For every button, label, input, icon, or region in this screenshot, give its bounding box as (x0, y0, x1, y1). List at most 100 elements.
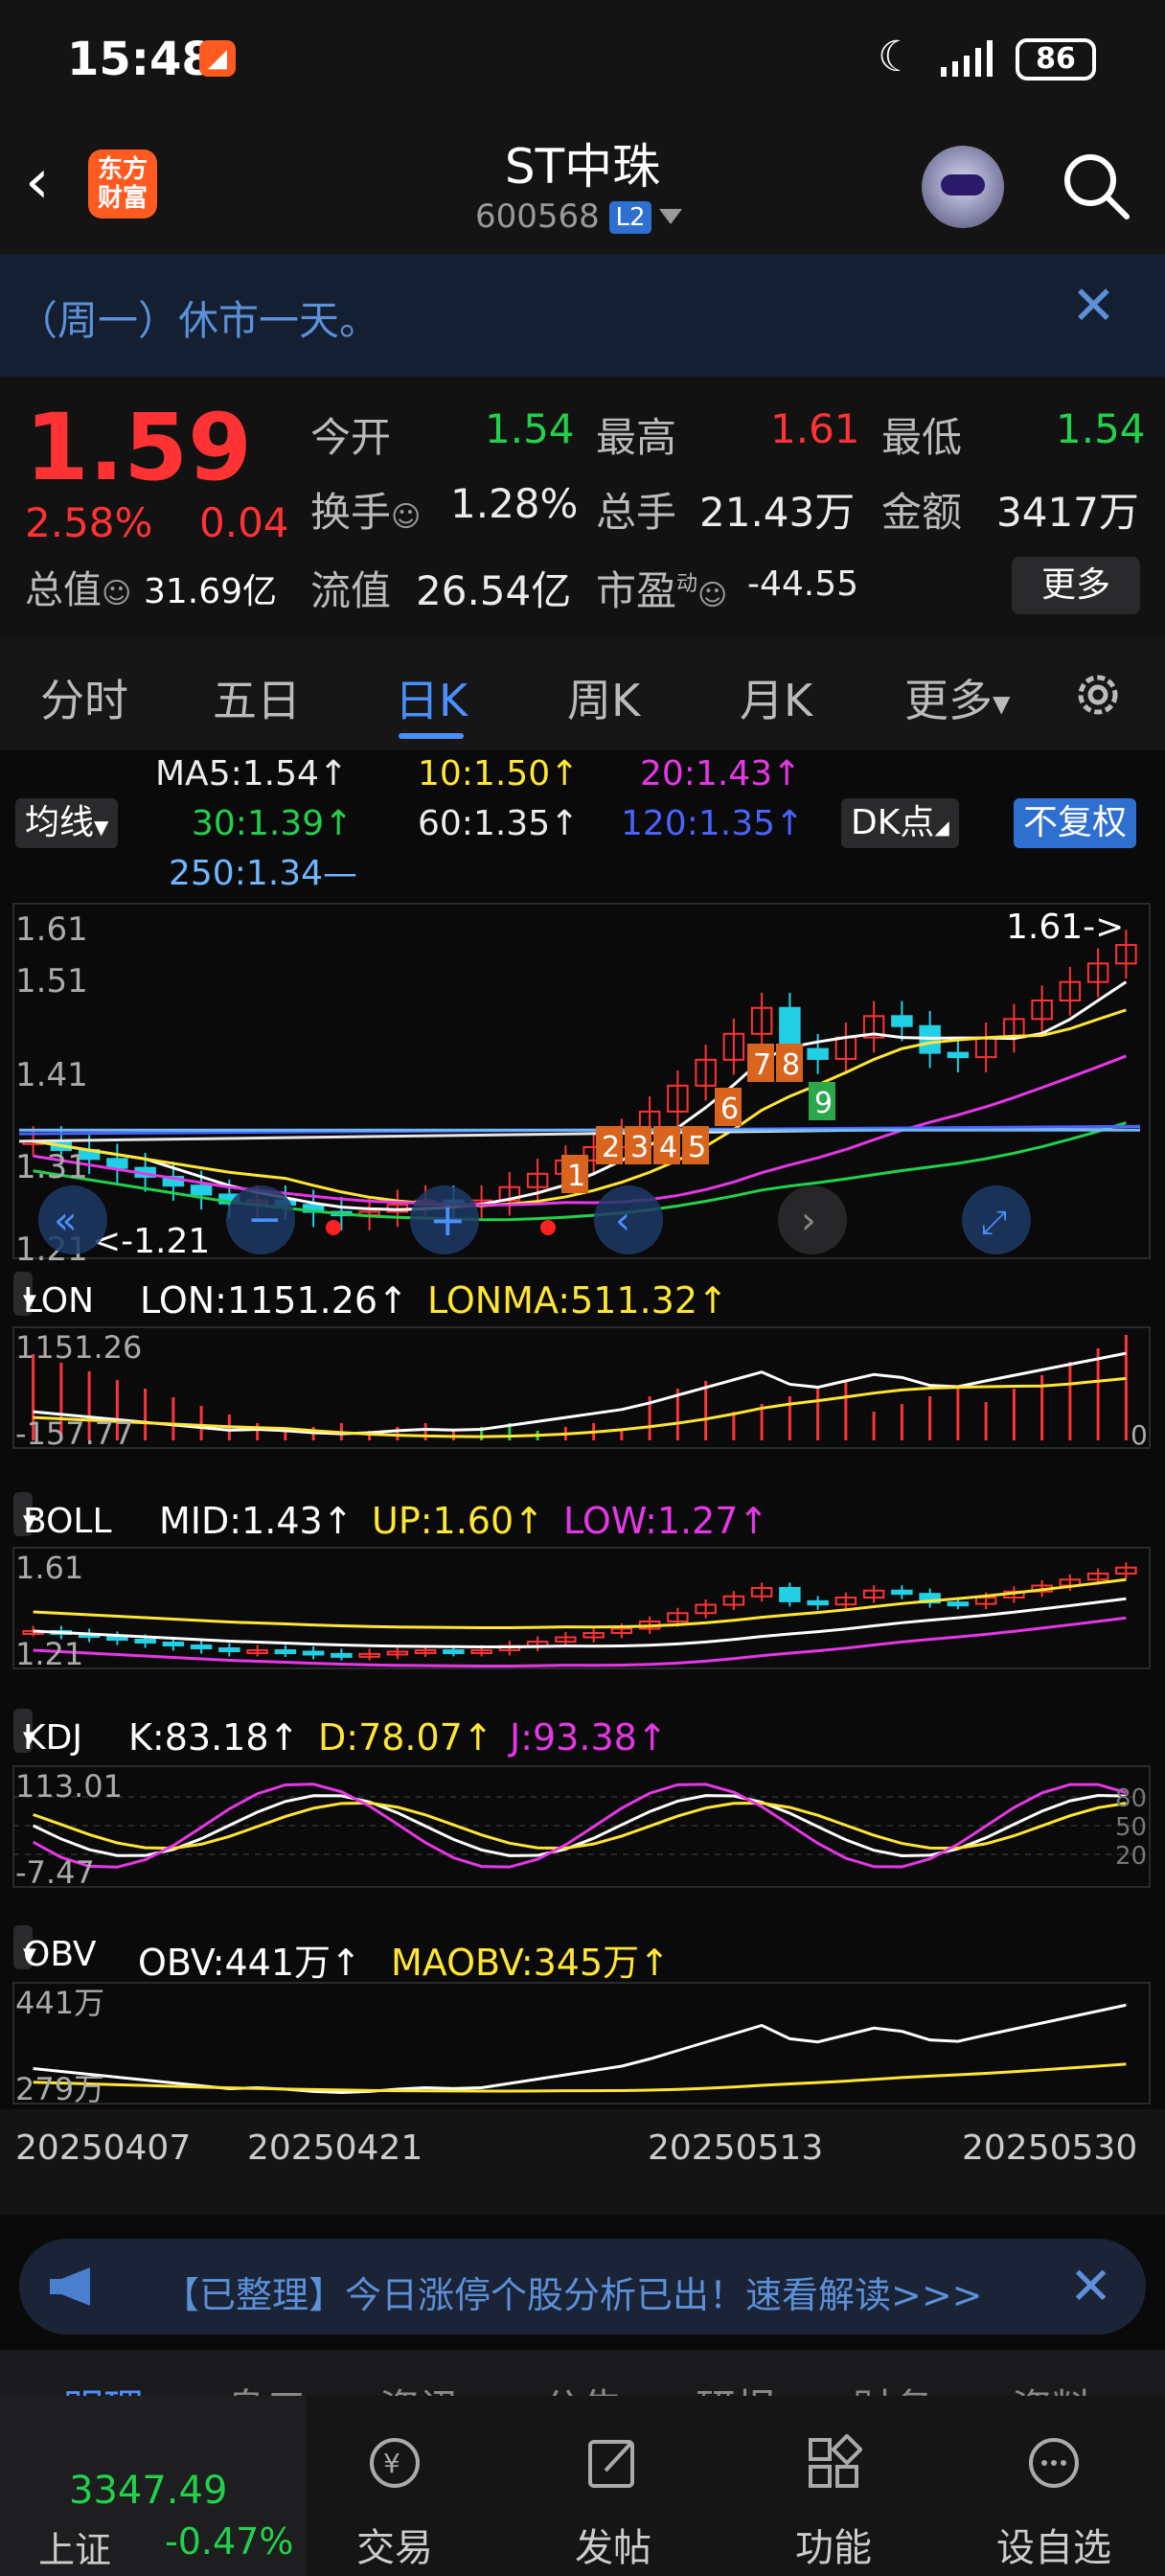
no-adjust-button[interactable]: 不复权 (1014, 798, 1137, 848)
close-icon[interactable]: ✕ (1069, 2256, 1112, 2316)
boll-indicator-chart[interactable]: 1.61 1.21 (0, 1546, 1165, 1670)
tab-intraday[interactable]: 分时 (40, 666, 128, 729)
obv-line (33, 2003, 1127, 2095)
promo-banner[interactable]: 【已整理】今日涨停个股分析已出！速看解读>>> ✕ (19, 2239, 1146, 2334)
lon-selector[interactable]: LON ▼ (13, 1272, 94, 1321)
lon-indicator-chart[interactable]: 1151.26 -157.77 0 (0, 1325, 1165, 1450)
svg-text:1.21: 1.21 (15, 1636, 83, 1670)
y-label-4: 1.31 (15, 1148, 88, 1186)
period-tabs: 分时 五日 日K 周K 月K 更多▼ (0, 637, 1165, 750)
lon-legend-row: LON ▼ LON:1151.26↑ LONMA:511.32↑ (0, 1272, 1165, 1329)
gear-icon[interactable] (1069, 666, 1127, 724)
watchlist-icon (1029, 2438, 1079, 2488)
assistant-robot-icon[interactable] (922, 146, 1004, 228)
boll-candle (134, 1639, 156, 1644)
obv-legend-row: OBV ▼ OBV:441万↑ MAOBV:345万↑ (0, 1925, 1165, 1984)
main-candle (807, 1047, 829, 1060)
boll-candle (302, 1650, 325, 1656)
index-ticker[interactable]: 3347.49 上证 -0.47% (0, 2396, 307, 2576)
marker-dot (326, 1220, 341, 1235)
change-amount: 0.04 (199, 499, 289, 546)
tab-monthly-k[interactable]: 月K (740, 666, 812, 729)
info-icon[interactable]: ☺ (391, 500, 421, 534)
chevron-down-icon[interactable] (659, 209, 682, 224)
ma30-legend: 30:1.39↑ (192, 804, 354, 843)
main-candle (947, 1051, 970, 1059)
float-value: 26.54亿 (416, 567, 572, 614)
fullscreen-button[interactable]: ⤢ (962, 1185, 1031, 1254)
search-icon[interactable] (1058, 148, 1134, 224)
boll-candle (190, 1644, 213, 1649)
kdj-indicator-chart[interactable]: 113.01 -7.47 80 50 20 (0, 1764, 1165, 1889)
trade-button[interactable]: ¥ 交易 (299, 2396, 491, 2576)
boll-candle (218, 1647, 240, 1652)
svg-text:›: › (801, 1199, 816, 1243)
turnover-rate: 1.28% (450, 480, 579, 527)
info-icon[interactable]: ☺ (697, 579, 727, 612)
svg-text:+: + (429, 1194, 467, 1246)
ma10-legend: 10:1.50↑ (418, 754, 580, 794)
tab-more[interactable]: 更多▼ (904, 666, 1010, 729)
ma120-legend: 120:1.35↑ (621, 804, 805, 843)
svg-text:441万: 441万 (15, 1985, 104, 2021)
close-icon[interactable]: ✕ (1071, 275, 1116, 337)
boll-low-line (33, 1616, 1127, 1668)
chevron-down-icon: ▼ (993, 690, 1011, 718)
current-price: 1.59 (25, 394, 252, 501)
ma60-legend: 60:1.35↑ (418, 804, 580, 843)
main-candle (891, 1015, 913, 1027)
clock: 15:48 (67, 33, 214, 86)
scroll-right-button[interactable]: › (778, 1185, 847, 1254)
y-label-1: 1.61 (15, 910, 88, 949)
svg-text:«: « (54, 1199, 77, 1243)
ma250-legend: 250:1.34— (169, 854, 357, 893)
more-button[interactable]: 更多 (1012, 557, 1140, 614)
add-watchlist-button[interactable]: 设自选 (958, 2396, 1150, 2576)
signal-marker-label: 5 (688, 1131, 706, 1164)
signal-marker-label: 6 (720, 1092, 739, 1126)
svg-text:0: 0 (1131, 1419, 1148, 1450)
signal-marker-label: 8 (782, 1048, 800, 1082)
market-notice[interactable]: （周一）休市一天。 ✕ (0, 254, 1165, 377)
scroll-left-button[interactable]: ‹ (594, 1185, 663, 1254)
candlestick-chart[interactable]: 12 3 4 567 89 1.61 1.51 1.41 1.31 1.21 1.61-… (0, 900, 1165, 1264)
obv-indicator-chart[interactable]: 441万 279万 (0, 1981, 1165, 2105)
signal-marker-label: 9 (814, 1087, 833, 1120)
boll-candle (443, 1649, 465, 1655)
main-candle (779, 1006, 801, 1050)
ma-selector[interactable]: 均线▼ (15, 798, 119, 848)
tab-five-day[interactable]: 五日 (213, 666, 301, 729)
tab-weekly-k[interactable]: 周K (567, 666, 640, 729)
bottom-bar: 明理 息口 资讯 公告 研报 财务 资料 3347.49 上证 -0.47% ¥… (0, 2350, 1165, 2576)
tab-daily-k[interactable]: 日K (395, 666, 468, 739)
boll-candle (331, 1652, 353, 1658)
function-button[interactable]: 功能 (738, 2396, 929, 2576)
zoom-out-button[interactable]: − (226, 1185, 295, 1254)
signal-marker-label: 4 (659, 1131, 677, 1164)
post-icon (588, 2440, 634, 2488)
obv-selector[interactable]: OBV ▼ (13, 1925, 97, 1974)
boll-candle (106, 1636, 128, 1641)
do-not-disturb-icon: ☾ (878, 33, 916, 81)
svg-text:-7.47: -7.47 (15, 1854, 95, 1889)
kline-chart-area: MA5:1.54↑ 10:1.50↑ 20:1.43↑ 均线▼ 30:1.39↑… (0, 750, 1165, 2221)
boll-selector[interactable]: BOLL ▼ (13, 1492, 112, 1541)
kdj-selector[interactable]: KDJ ▼ (13, 1709, 82, 1758)
scroll-left-fast-button[interactable]: « (38, 1185, 107, 1254)
info-icon[interactable]: ☺ (102, 577, 131, 610)
high-price: 1.61 (770, 405, 860, 452)
post-button[interactable]: 发帖 (517, 2396, 709, 2576)
boll-legend-row: BOLL ▼ MID:1.43↑ UP:1.60↑ LOW:1.27↑ (0, 1492, 1165, 1550)
date-axis: 20250407 20250421 20250513 20250530 (0, 2109, 1165, 2215)
status-bar: 15:48 ◢ ☾ 86 (0, 0, 1165, 115)
maobv-line (33, 2062, 1127, 2093)
max-price-label: 1.61-> (1006, 908, 1124, 947)
notification-app-icon: ◢ (199, 40, 236, 77)
zoom-in-button[interactable]: + (410, 1185, 479, 1254)
open-price: 1.54 (485, 405, 575, 452)
total-volume: 21.43万 (699, 489, 856, 536)
dk-point-button[interactable]: DK点◢ (841, 798, 959, 848)
level2-badge[interactable]: L2 (609, 201, 651, 234)
boll-candle (162, 1642, 185, 1646)
function-icon (809, 2434, 862, 2488)
